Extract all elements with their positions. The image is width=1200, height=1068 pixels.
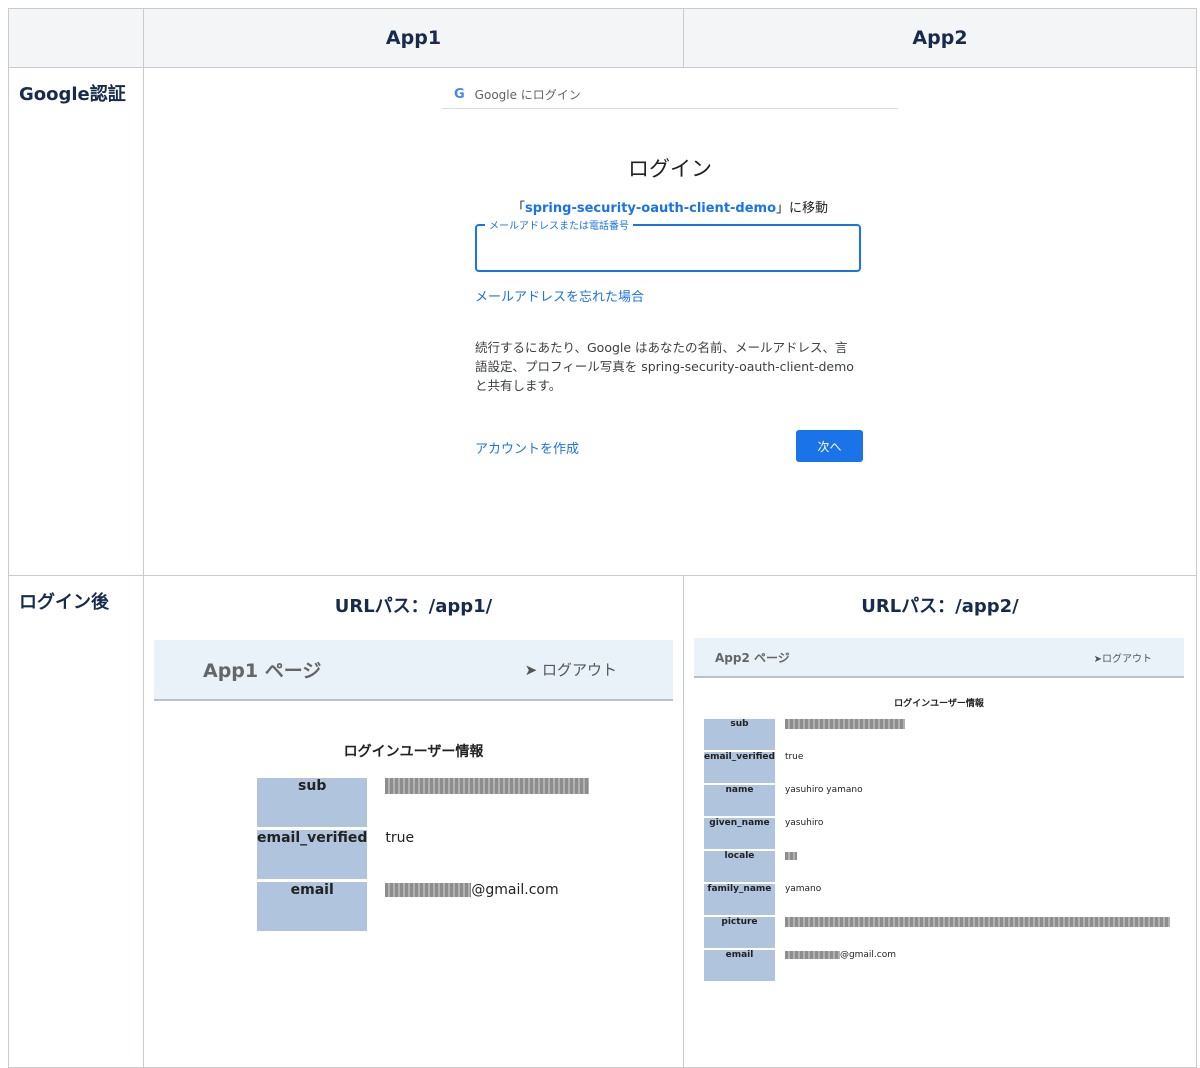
app1-page-title: App1 ページ bbox=[203, 660, 322, 682]
google-logo-icon: G bbox=[454, 86, 465, 102]
next-button[interactable]: 次へ bbox=[796, 430, 863, 462]
forgot-email-link[interactable]: メールアドレスを忘れた場合 bbox=[475, 286, 644, 305]
value-cell bbox=[775, 719, 1170, 750]
key-cell: picture bbox=[704, 917, 775, 948]
value-cell: true bbox=[784, 752, 804, 762]
row-label-after-login: ログイン後 bbox=[8, 575, 144, 1068]
value-cell: yamano bbox=[784, 884, 822, 894]
value-cell: @gmail.com bbox=[775, 950, 1170, 981]
google-login-bar: G Google にログイン bbox=[442, 80, 898, 109]
email-field[interactable]: メールアドレスまたは電話番号 bbox=[475, 217, 861, 272]
table-header-row: App1 App2 bbox=[8, 8, 1197, 68]
subtitle-prefix: 「 bbox=[511, 201, 525, 216]
google-login-cell: G Google にログイン ログイン 「spring-security-oau… bbox=[143, 67, 1197, 576]
key-cell: email_verified bbox=[704, 752, 775, 783]
comparison-table: App1 App2 Google認証 G Google にログイン ログイン 「… bbox=[8, 8, 1197, 1068]
table-row: name yasuhiro yamano bbox=[704, 785, 1170, 816]
table-row: sub bbox=[704, 719, 1170, 750]
table-row: family_name yamano bbox=[704, 884, 1170, 915]
app1-url-path: URLパス：/app1/ bbox=[334, 596, 493, 617]
email-domain: @gmail.com bbox=[471, 882, 559, 898]
subtitle-suffix: 」に移動 bbox=[776, 201, 829, 216]
table-row: given_name yasuhiro bbox=[704, 818, 1170, 849]
key-cell: family_name bbox=[704, 884, 775, 915]
app1-logout-button[interactable]: ➤ ログアウト bbox=[525, 659, 617, 680]
key-cell: email bbox=[704, 950, 775, 981]
value-cell: yasuhiro yamano bbox=[784, 785, 863, 795]
table-row: email_verified true bbox=[257, 830, 589, 879]
header-app2: App2 bbox=[683, 8, 1197, 68]
table-row: email_verified true bbox=[704, 752, 1170, 783]
value-cell: @gmail.com bbox=[367, 882, 589, 931]
key-cell: locale bbox=[704, 851, 775, 882]
app2-user-info-table: sub email_verified true name yasuhiro ya… bbox=[704, 717, 1170, 983]
row-label-google-auth: Google認証 bbox=[8, 67, 144, 576]
table-row: email @gmail.com bbox=[704, 950, 1170, 981]
key-cell: sub bbox=[704, 719, 775, 750]
table-row: email @gmail.com bbox=[257, 882, 589, 931]
google-login-bar-label: Google にログイン bbox=[474, 87, 581, 102]
email-field-label: メールアドレスまたは電話番号 bbox=[485, 217, 633, 232]
app1-logout-label: ログアウト bbox=[541, 661, 617, 679]
key-cell: sub bbox=[257, 778, 368, 827]
key-cell: email_verified bbox=[257, 830, 368, 879]
table-row: picture bbox=[704, 917, 1170, 948]
app1-screenshot: App1 ページ ➤ ログアウト ログインユーザー情報 sub email_ve… bbox=[154, 640, 673, 934]
app1-user-info-table: sub email_verified true email @gmail.com bbox=[257, 775, 590, 934]
app2-header: App2 ページ ➤ログアウト bbox=[694, 638, 1184, 678]
app1-header: App1 ページ ➤ ログアウト bbox=[154, 640, 673, 701]
app1-user-info-heading: ログインユーザー情報 bbox=[343, 744, 484, 760]
table-row: locale bbox=[704, 851, 1170, 882]
redacted-value bbox=[784, 917, 1170, 927]
app2-user-info-heading: ログインユーザー情報 bbox=[894, 699, 984, 709]
value-cell bbox=[775, 917, 1170, 948]
email-domain: @gmail.com bbox=[839, 950, 897, 960]
app2-logout-label: ログアウト bbox=[1102, 653, 1152, 665]
consent-notice: 続行するにあたり、Google はあなたの名前、メールアドレス、言 語設定、プロ… bbox=[475, 338, 867, 395]
app2-url-path: URLパス：/app2/ bbox=[861, 596, 1019, 617]
value-cell: yasuhiro bbox=[784, 818, 824, 828]
value-cell bbox=[775, 851, 1170, 882]
key-cell: given_name bbox=[704, 818, 775, 849]
google-login-title: ログイン bbox=[628, 157, 712, 181]
comparison-page: App1 App2 Google認証 G Google にログイン ログイン 「… bbox=[8, 8, 1197, 1068]
header-app1: App1 bbox=[143, 8, 684, 68]
subtitle-app-name: spring-security-oauth-client-demo bbox=[524, 201, 777, 216]
consent-notice-line: と共有します。 bbox=[475, 378, 562, 393]
redacted-value bbox=[385, 778, 590, 794]
key-cell: name bbox=[704, 785, 775, 816]
table-row: sub bbox=[257, 778, 590, 827]
consent-notice-line: 続行するにあたり、Google はあなたの名前、メールアドレス、言 bbox=[475, 340, 848, 355]
header-blank-cell bbox=[8, 8, 144, 68]
app2-logout-button[interactable]: ➤ログアウト bbox=[1094, 650, 1152, 665]
app2-cell: URLパス：/app2/ App2 ページ ➤ログアウト ログインユーザー情報 … bbox=[683, 575, 1197, 1068]
sign-out-icon: ➤ bbox=[1093, 653, 1102, 665]
app1-cell: URLパス：/app1/ App1 ページ ➤ ログアウト ログインユーザー情報… bbox=[143, 575, 684, 1068]
sign-out-icon: ➤ bbox=[524, 661, 538, 679]
key-cell: email bbox=[257, 882, 368, 931]
redacted-value bbox=[784, 851, 797, 860]
value-cell: true bbox=[385, 830, 415, 846]
redacted-value bbox=[385, 883, 472, 897]
app2-page-title: App2 ページ bbox=[715, 650, 790, 665]
redacted-value bbox=[784, 950, 840, 959]
google-login-screenshot: G Google にログイン ログイン 「spring-security-oau… bbox=[442, 80, 898, 550]
consent-notice-line: 語設定、プロフィール写真を spring-security-oauth-clie… bbox=[475, 359, 854, 374]
table-row-after-login: ログイン後 URLパス：/app1/ App1 ページ ➤ ログアウト ログイン… bbox=[8, 575, 1197, 1068]
value-cell bbox=[367, 778, 590, 827]
redacted-value bbox=[784, 719, 905, 729]
table-row-google-auth: Google認証 G Google にログイン ログイン 「spring-sec… bbox=[8, 67, 1197, 576]
create-account-link[interactable]: アカウントを作成 bbox=[475, 438, 579, 457]
google-login-subtitle: 「spring-security-oauth-client-demo」に移動 bbox=[442, 197, 898, 216]
app2-screenshot: App2 ページ ➤ログアウト ログインユーザー情報 sub email_ver… bbox=[694, 638, 1184, 983]
